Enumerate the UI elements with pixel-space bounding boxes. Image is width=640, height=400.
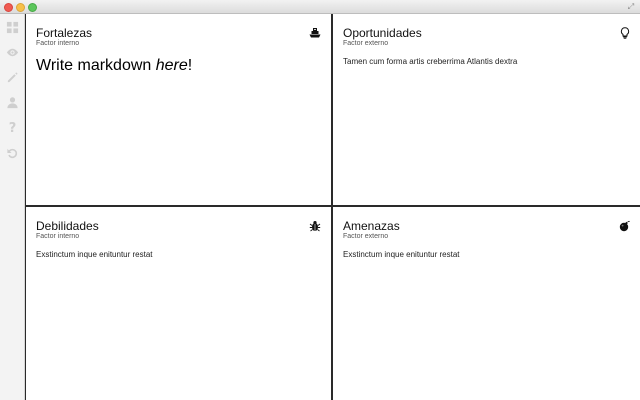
quadrant-body[interactable]: Write markdown here! [36, 56, 321, 76]
quadrant-strengths[interactable]: Fortalezas Factor interno Write markdown… [26, 14, 333, 207]
preview-button[interactable] [4, 44, 21, 61]
edit-button[interactable] [4, 69, 21, 86]
window-zoom-button[interactable] [28, 3, 37, 12]
quadrant-subtitle: Factor externo [343, 233, 389, 240]
undo-button[interactable] [4, 145, 21, 162]
eye-icon [6, 48, 19, 57]
quadrant-body[interactable]: Exstinctum inque enituntur restat [343, 249, 631, 260]
quadrant-title: Oportunidades [343, 26, 422, 40]
window-minimize-button[interactable] [16, 3, 25, 12]
body-emphasis: here [155, 57, 188, 74]
body-text: Write markdown [36, 57, 156, 74]
help-button[interactable]: ? [4, 120, 21, 137]
grid-icon [6, 21, 19, 34]
undo-icon [7, 148, 18, 159]
swot-grid: Fortalezas Factor interno Write markdown… [25, 14, 640, 400]
ship-icon [309, 26, 321, 38]
lightbulb-icon [619, 26, 631, 39]
quadrant-body[interactable]: Tamen cum forma artis creberrima Atlanti… [343, 56, 631, 67]
bug-icon [309, 219, 321, 232]
quadrant-weaknesses[interactable]: Debilidades Factor interno Exstinctum in… [26, 207, 333, 400]
user-button[interactable] [4, 94, 21, 111]
quadrant-opportunities[interactable]: Oportunidades Factor externo Tamen cum f… [333, 14, 640, 207]
fullscreen-icon[interactable]: ⤢ [626, 2, 636, 12]
window-close-button[interactable] [4, 3, 13, 12]
left-toolbar: ? [0, 14, 25, 400]
pencil-icon [7, 72, 18, 83]
window-titlebar: ⤢ [0, 0, 640, 14]
quadrant-threats[interactable]: Amenazas Factor externo Exstinctum inque… [333, 207, 640, 400]
body-text-end: ! [187, 57, 193, 74]
quadrant-subtitle: Factor externo [343, 40, 389, 47]
help-icon: ? [8, 121, 17, 136]
quadrant-title: Fortalezas [36, 26, 93, 40]
user-icon [7, 97, 18, 109]
quadrant-body[interactable]: Exstinctum inque enituntur restat [36, 249, 321, 260]
quadrant-title: Amenazas [343, 219, 400, 233]
quadrant-title: Debilidades [36, 219, 99, 233]
quadrant-subtitle: Factor interno [36, 40, 80, 47]
quadrant-subtitle: Factor interno [36, 233, 80, 240]
bomb-icon [619, 219, 631, 232]
grid-view-button[interactable] [4, 19, 21, 36]
